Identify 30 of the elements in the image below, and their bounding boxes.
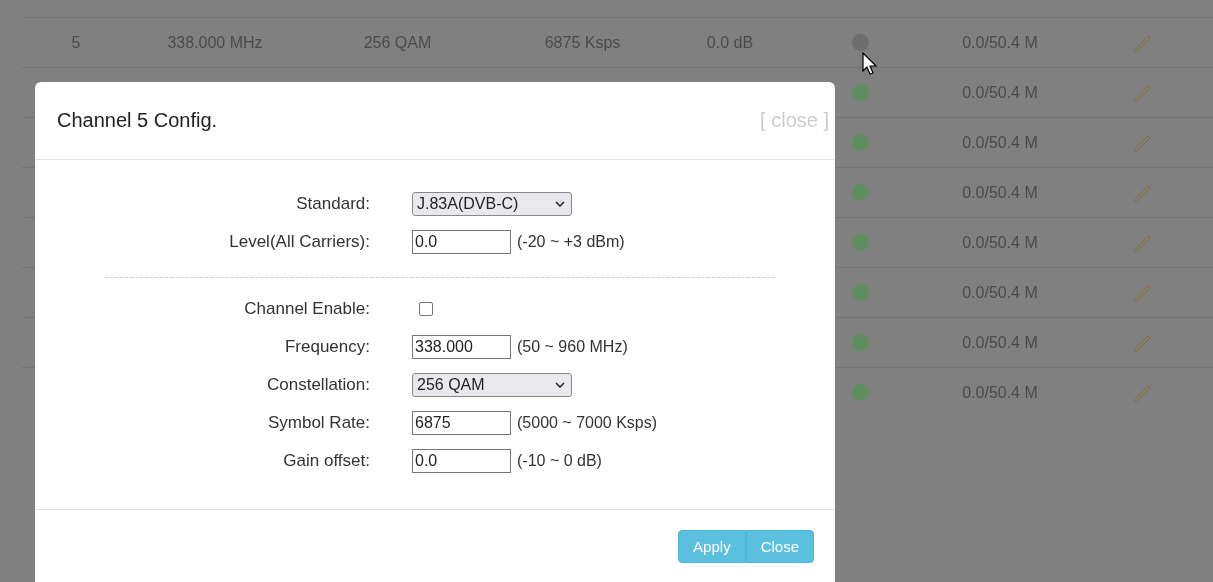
range-hint: (-20 ~ +3 dBm) — [517, 233, 625, 251]
select-field[interactable]: J.83A(DVB-C) — [412, 192, 572, 216]
field-label: Channel Enable: — [244, 299, 370, 319]
field-label: Frequency: — [284, 337, 370, 357]
field-label: Level(All Carriers): — [229, 232, 370, 252]
range-hint: (5000 ~ 7000 Ksps) — [517, 414, 658, 432]
caret-icon — [555, 382, 565, 388]
pencil-icon[interactable] — [1131, 182, 1152, 203]
dialog-title: Channel 5 Config. — [57, 109, 218, 132]
caret-icon — [555, 201, 565, 207]
pencil-icon[interactable] — [1131, 82, 1152, 103]
field-label: Gain offset: — [283, 451, 370, 471]
input-field[interactable]: 0.0 — [412, 230, 511, 254]
input-field[interactable]: 338.000 — [412, 335, 511, 359]
select-field[interactable]: 256 QAM — [412, 373, 572, 397]
pencil-icon[interactable] — [1131, 332, 1152, 353]
pencil-icon[interactable] — [1131, 282, 1152, 303]
checkbox[interactable] — [419, 302, 433, 316]
pencil-icon[interactable] — [1131, 32, 1152, 53]
input-field[interactable]: 0.0 — [412, 449, 511, 473]
field-label: Symbol Rate: — [267, 413, 370, 433]
range-hint: (50 ~ 960 MHz) — [517, 338, 628, 356]
range-hint: (-10 ~ 0 dB) — [517, 452, 602, 470]
pencil-icon[interactable] — [1131, 132, 1152, 153]
input-field[interactable]: 6875 — [412, 411, 511, 435]
field-label: Standard: — [296, 194, 370, 214]
pencil-icon[interactable] — [1131, 382, 1152, 403]
cursor-icon — [862, 52, 878, 76]
pencil-icon[interactable] — [1131, 232, 1152, 253]
field-label: Constellation: — [267, 375, 370, 395]
